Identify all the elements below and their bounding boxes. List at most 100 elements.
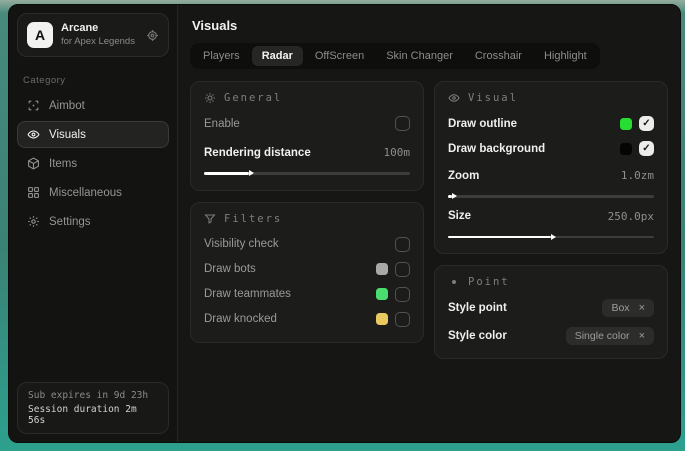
visibility-check-checkbox[interactable] xyxy=(395,237,410,252)
tab-crosshair[interactable]: Crosshair xyxy=(465,46,532,66)
rendering-distance-label: Rendering distance xyxy=(204,147,311,159)
sun-gear-icon xyxy=(204,92,216,104)
controls xyxy=(395,237,410,252)
app-subtitle: for Apex Legends xyxy=(61,36,138,48)
style-color-row: Style color Single color × xyxy=(448,325,654,346)
category-label: Category xyxy=(23,75,163,86)
visual-card: Visual Draw outline Draw background xyxy=(434,81,668,254)
brand-text: Arcane for Apex Legends xyxy=(61,22,138,48)
controls xyxy=(376,312,410,327)
draw-outline-row: Draw outline xyxy=(448,113,654,134)
draw-background-checkbox[interactable] xyxy=(639,141,654,156)
visibility-check-label: Visibility check xyxy=(204,238,279,250)
eye-icon xyxy=(27,128,40,141)
tabbar: Players Radar OffScreen Skin Changer Cro… xyxy=(190,43,600,69)
chip-label: Box xyxy=(611,302,629,314)
point-section-header: Point xyxy=(448,276,654,288)
draw-outline-checkbox[interactable] xyxy=(639,116,654,131)
filters-card: Filters Visibility check Draw bots xyxy=(190,202,424,343)
sidebar-item-label: Aimbot xyxy=(49,100,85,112)
style-point-chip[interactable]: Box × xyxy=(602,299,654,317)
tab-highlight[interactable]: Highlight xyxy=(534,46,597,66)
style-color-chip[interactable]: Single color × xyxy=(566,327,654,345)
controls xyxy=(376,287,410,302)
right-column: Visual Draw outline Draw background xyxy=(434,81,668,359)
zoom-label: Zoom xyxy=(448,170,479,182)
rendering-distance-slider[interactable] xyxy=(204,172,410,175)
controls xyxy=(376,262,410,277)
page-title: Visuals xyxy=(192,18,666,33)
enable-checkbox[interactable] xyxy=(395,116,410,131)
controls xyxy=(620,116,654,131)
tab-radar[interactable]: Radar xyxy=(252,46,303,66)
size-slider[interactable] xyxy=(448,236,654,239)
funnel-icon xyxy=(204,213,216,225)
draw-outline-color-swatch[interactable] xyxy=(620,118,632,130)
dot-icon xyxy=(448,276,460,288)
sub-expires-text: Sub expires in 9d 23h xyxy=(28,390,158,401)
brand-card: A Arcane for Apex Legends xyxy=(17,13,169,57)
close-icon[interactable]: × xyxy=(639,330,645,342)
draw-knocked-color-swatch[interactable] xyxy=(376,313,388,325)
size-row: Size 250.0px xyxy=(448,206,654,227)
section-title: Visual xyxy=(468,92,518,104)
size-value: 250.0px xyxy=(608,210,654,223)
draw-teammates-color-swatch[interactable] xyxy=(376,288,388,300)
sidebar-item-miscellaneous[interactable]: Miscellaneous xyxy=(17,179,169,206)
enable-row: Enable xyxy=(204,113,410,134)
draw-bots-checkbox[interactable] xyxy=(395,262,410,277)
zoom-row: Zoom 1.0zm xyxy=(448,165,654,186)
sidebar-spacer xyxy=(9,235,177,374)
draw-teammates-label: Draw teammates xyxy=(204,288,291,300)
grid-icon xyxy=(27,186,40,199)
rendering-distance-value: 100m xyxy=(384,146,411,159)
content-area: General Enable Rendering distance 100m xyxy=(178,69,680,442)
main-panel: Visuals Players Radar OffScreen Skin Cha… xyxy=(178,5,680,442)
zoom-slider[interactable] xyxy=(448,195,654,198)
draw-knocked-label: Draw knocked xyxy=(204,313,277,325)
tabbar-wrap: Players Radar OffScreen Skin Changer Cro… xyxy=(178,43,680,69)
cube-icon xyxy=(27,157,40,170)
general-section-header: General xyxy=(204,92,410,104)
app-logo: A xyxy=(27,22,53,48)
draw-bots-label: Draw bots xyxy=(204,263,256,275)
sidebar-item-label: Settings xyxy=(49,216,91,228)
size-label: Size xyxy=(448,210,471,222)
draw-teammates-row: Draw teammates xyxy=(204,284,410,305)
visual-section-header: Visual xyxy=(448,92,654,104)
slider-fill xyxy=(448,236,551,239)
draw-teammates-checkbox[interactable] xyxy=(395,287,410,302)
tab-players[interactable]: Players xyxy=(193,46,250,66)
visibility-check-row: Visibility check xyxy=(204,234,410,255)
draw-background-color-swatch[interactable] xyxy=(620,143,632,155)
style-point-label: Style point xyxy=(448,302,507,314)
sidebar-item-aimbot[interactable]: Aimbot xyxy=(17,92,169,119)
target-icon[interactable] xyxy=(146,29,159,42)
style-color-label: Style color xyxy=(448,330,507,342)
eye-icon xyxy=(448,92,460,104)
close-icon[interactable]: × xyxy=(639,302,645,314)
section-title: Filters xyxy=(224,213,282,225)
sidebar-item-visuals[interactable]: Visuals xyxy=(17,121,169,148)
chip-label: Single color xyxy=(575,330,630,342)
sidebar: A Arcane for Apex Legends Category xyxy=(9,5,178,442)
tab-skin-changer[interactable]: Skin Changer xyxy=(376,46,463,66)
draw-bots-row: Draw bots xyxy=(204,259,410,280)
sidebar-item-label: Visuals xyxy=(49,129,86,141)
session-duration-text: Session duration 2m 56s xyxy=(28,404,158,426)
draw-knocked-checkbox[interactable] xyxy=(395,312,410,327)
sidebar-item-items[interactable]: Items xyxy=(17,150,169,177)
sidebar-nav: Aimbot Visuals Items xyxy=(9,92,177,235)
draw-background-row: Draw background xyxy=(448,138,654,159)
slider-fill xyxy=(204,172,249,175)
enable-label: Enable xyxy=(204,118,240,130)
style-point-row: Style point Box × xyxy=(448,297,654,318)
draw-knocked-row: Draw knocked xyxy=(204,309,410,330)
draw-background-label: Draw background xyxy=(448,143,545,155)
draw-bots-color-swatch[interactable] xyxy=(376,263,388,275)
sidebar-item-settings[interactable]: Settings xyxy=(17,208,169,235)
controls xyxy=(620,141,654,156)
draw-outline-label: Draw outline xyxy=(448,118,517,130)
left-column: General Enable Rendering distance 100m xyxy=(190,81,424,343)
tab-offscreen[interactable]: OffScreen xyxy=(305,46,374,66)
